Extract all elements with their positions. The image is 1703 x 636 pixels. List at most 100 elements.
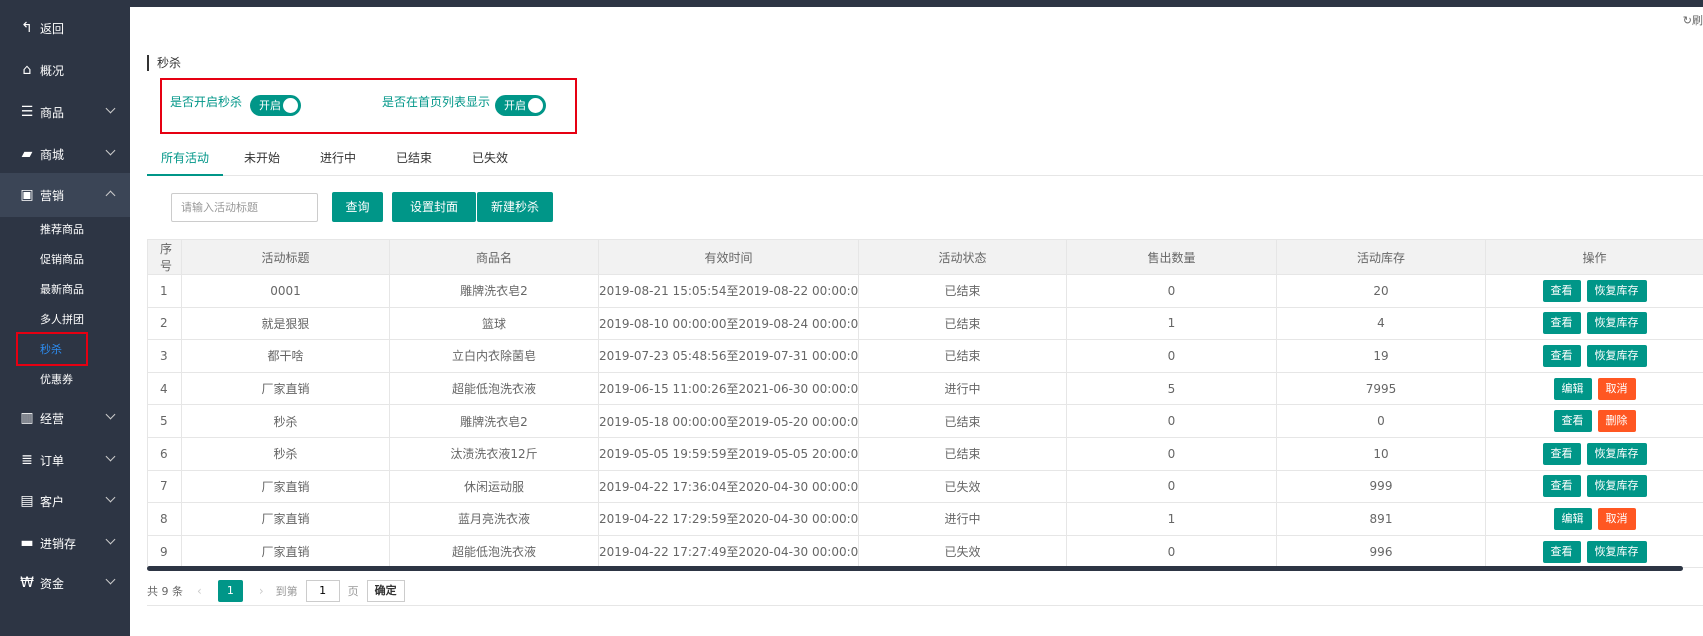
table-row: 1 0001 雕牌洗衣皂2 2019-08-21 15:05:54至2019-08-2…: [147, 274, 1703, 308]
query-button[interactable]: 查询: [332, 192, 383, 222]
cell-title: 都干啥: [181, 339, 390, 373]
sidebar-item-goods[interactable]: ☰ 商品: [0, 90, 130, 134]
sidebar-item-customers[interactable]: ▤ 客户: [0, 479, 130, 523]
sidebar-item-operation[interactable]: ▥ 经营: [0, 396, 130, 440]
cancel-button[interactable]: 取消: [1597, 507, 1636, 530]
cell-index: 1: [147, 274, 182, 308]
sidebar-item-orders[interactable]: ≣ 订单: [0, 438, 130, 482]
cell-index: 4: [147, 371, 182, 406]
tab-ended[interactable]: 已结束: [389, 140, 439, 176]
switch-label: 开启: [504, 99, 526, 112]
cell-time: 2019-08-21 15:05:54至2019-08-22 00:00:00: [598, 274, 859, 308]
goto-page-input[interactable]: [305, 579, 340, 602]
list-icon: ≣: [21, 452, 33, 468]
switch-knob: [528, 98, 543, 113]
cancel-button[interactable]: 取消: [1597, 377, 1636, 400]
table-row: 8 厂家直销 蓝月亮洗衣液 2019-04-22 17:29:59至2020-04-3…: [147, 502, 1703, 536]
sidebar-item-overview[interactable]: ⌂ 概况: [0, 48, 130, 92]
cell-time: 2019-04-22 17:27:49至2020-04-30 00:00:00: [598, 534, 859, 569]
view-button[interactable]: 查看: [1542, 279, 1581, 302]
table-row: 6 秒杀 汰渍洗衣液12斤 2019-05-05 19:59:59至2019-05-0…: [147, 436, 1703, 471]
cell-goods: 超能低泡洗衣液: [389, 371, 599, 406]
table-row: 9 厂家直销 超能低泡洗衣液 2019-04-22 17:27:49至2020-04-…: [147, 534, 1703, 569]
row-actions: 编辑 取消: [1487, 507, 1703, 530]
sidebar-item-funds[interactable]: ₩ 资金: [0, 561, 130, 605]
chevron-down-icon: [105, 145, 116, 156]
horizontal-scrollbar[interactable]: [147, 566, 1683, 571]
col-header-time: 有效时间: [598, 239, 859, 275]
sidebar-sub-label: 最新商品: [40, 283, 84, 296]
cell-sold: 0: [1066, 404, 1277, 438]
sidebar-sub-newest[interactable]: 最新商品: [0, 273, 130, 305]
refresh-button[interactable]: ↻刷: [1683, 12, 1703, 28]
sidebar-sub-recommended[interactable]: 推荐商品: [0, 213, 130, 245]
switch-knob: [283, 98, 298, 113]
cell-stock: 10: [1276, 436, 1486, 471]
delete-button[interactable]: 删除: [1597, 410, 1636, 433]
cell-sold: 0: [1066, 339, 1277, 373]
sidebar-item-back[interactable]: ↰ 返回: [0, 6, 130, 50]
id-card-icon: ▤: [20, 493, 34, 509]
sidebar-item-label: 营销: [40, 188, 65, 203]
back-arrow-icon: ↰: [21, 20, 33, 36]
new-flash-sale-button[interactable]: 新建秒杀: [477, 192, 553, 222]
tab-all[interactable]: 所有活动: [147, 140, 223, 176]
refresh-icon: ↻: [1682, 14, 1692, 27]
restore-stock-button[interactable]: 恢复库存: [1586, 344, 1647, 367]
cell-stock: 999: [1276, 469, 1486, 504]
cell-time: 2019-04-22 17:29:59至2020-04-30 00:00:00: [598, 502, 859, 536]
sidebar-sub-label: 优惠券: [40, 373, 73, 386]
truck-icon: ▬: [20, 535, 34, 551]
sidebar-sub-promotion[interactable]: 促销商品: [0, 243, 130, 275]
sidebar-item-label: 概况: [40, 63, 65, 78]
next-page-icon[interactable]: ›: [259, 584, 264, 598]
view-button[interactable]: 查看: [1542, 540, 1581, 563]
cell-stock: 19: [1276, 339, 1486, 373]
cell-status: 进行中: [858, 502, 1067, 536]
restore-stock-button[interactable]: 恢复库存: [1586, 279, 1647, 302]
view-button[interactable]: 查看: [1542, 312, 1581, 335]
view-button[interactable]: 查看: [1542, 344, 1581, 367]
sidebar-sub-coupon[interactable]: 优惠券: [0, 363, 130, 395]
tab-in-progress[interactable]: 进行中: [313, 140, 363, 176]
set-cover-button[interactable]: 设置封面: [392, 192, 476, 222]
prev-page-icon[interactable]: ‹: [197, 584, 202, 598]
sidebar-item-marketing[interactable]: ▣ 营销: [0, 173, 130, 217]
chart-icon: ▥: [20, 410, 34, 426]
cell-title: 0001: [181, 274, 390, 308]
restore-stock-button[interactable]: 恢复库存: [1586, 312, 1647, 335]
sidebar-item-label: 商城: [40, 147, 65, 162]
homepage-display-switch[interactable]: 开启: [495, 95, 546, 116]
view-button[interactable]: 查看: [1553, 410, 1592, 433]
col-header-index: 序号: [147, 239, 182, 275]
view-button[interactable]: 查看: [1542, 475, 1581, 498]
homepage-display-label: 是否在首页列表显示: [382, 95, 491, 109]
cell-stock: 4: [1276, 306, 1486, 341]
cell-status: 已结束: [858, 306, 1067, 341]
enable-flash-label: 是否开启秒杀: [170, 95, 243, 109]
enable-flash-switch[interactable]: 开启: [250, 95, 301, 116]
tab-not-started[interactable]: 未开始: [237, 140, 287, 176]
restore-stock-button[interactable]: 恢复库存: [1586, 475, 1647, 498]
chevron-up-icon: [105, 190, 116, 201]
edit-button[interactable]: 编辑: [1553, 507, 1592, 530]
sidebar-sub-label: 推荐商品: [40, 223, 84, 236]
goto-confirm-button[interactable]: 确定: [366, 579, 405, 602]
cell-title: 就是狠狠: [181, 306, 390, 341]
restore-stock-button[interactable]: 恢复库存: [1586, 442, 1647, 465]
tab-expired[interactable]: 已失效: [465, 140, 515, 176]
edit-button[interactable]: 编辑: [1553, 377, 1592, 400]
cell-time: 2019-06-15 11:00:26至2021-06-30 00:00:00: [598, 371, 859, 406]
col-header-stock: 活动库存: [1276, 239, 1486, 275]
chevron-down-icon: [105, 492, 116, 503]
cell-goods: 雕牌洗衣皂2: [389, 404, 599, 438]
sidebar-item-mall[interactable]: ▰ 商城: [0, 132, 130, 176]
view-button[interactable]: 查看: [1542, 442, 1581, 465]
current-page-button[interactable]: 1: [217, 579, 243, 602]
cell-goods: 立白内衣除菌皂: [389, 339, 599, 373]
cell-status: 已失效: [858, 534, 1067, 569]
restore-stock-button[interactable]: 恢复库存: [1586, 540, 1647, 563]
sidebar-sub-group-buy[interactable]: 多人拼团: [0, 303, 130, 335]
sidebar-item-inventory[interactable]: ▬ 进销存: [0, 521, 130, 565]
search-input[interactable]: [171, 193, 318, 222]
